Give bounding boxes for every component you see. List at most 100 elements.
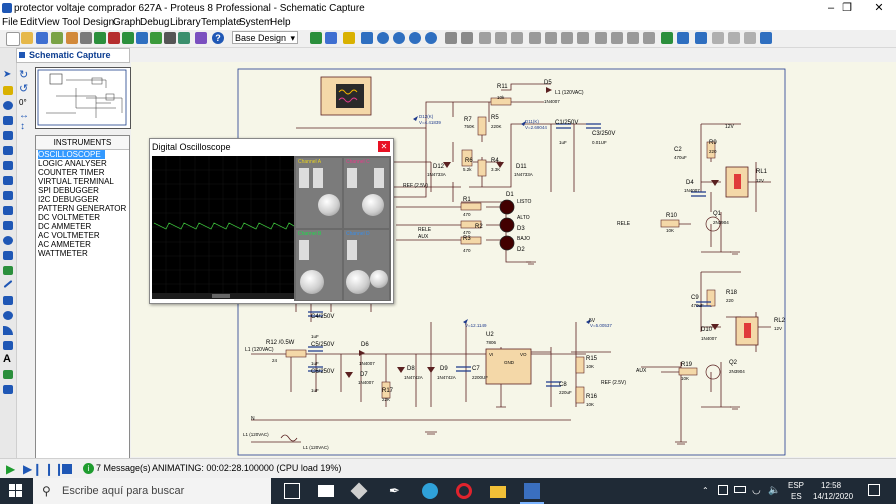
- ref-d12[interactable]: D12: [433, 164, 444, 170]
- redo-icon[interactable]: [461, 32, 473, 44]
- clock-time[interactable]: 12:58: [821, 481, 841, 490]
- instrument-ac-voltmeter[interactable]: AC VOLTMETER: [38, 231, 100, 240]
- zoom-area-icon[interactable]: [425, 32, 437, 44]
- menu-system[interactable]: System: [239, 17, 272, 29]
- channel-a-position-slider[interactable]: [299, 168, 309, 188]
- instrument-dc-voltmeter[interactable]: DC VOLTMETER: [38, 213, 100, 222]
- net-12v[interactable]: 12V: [725, 124, 734, 130]
- net-rele-right[interactable]: RELE: [617, 221, 630, 227]
- junction-dot-icon[interactable]: [3, 101, 13, 110]
- channel-a-coupling-switch[interactable]: [313, 168, 323, 188]
- zoom-all-icon[interactable]: [409, 32, 421, 44]
- notifications-icon[interactable]: [868, 484, 880, 496]
- gerber-icon[interactable]: [150, 32, 162, 44]
- ref-r9[interactable]: R9: [709, 140, 717, 146]
- pan-icon[interactable]: [361, 32, 373, 44]
- ref-q2[interactable]: Q2: [729, 360, 737, 366]
- netlist-icon[interactable]: [760, 32, 772, 44]
- ref-r19[interactable]: R19: [681, 362, 692, 368]
- menu-debug[interactable]: Debug: [140, 17, 169, 29]
- terminal-icon[interactable]: [3, 176, 13, 185]
- windows-start-icon[interactable]: [9, 484, 23, 498]
- undo-icon[interactable]: [445, 32, 457, 44]
- net-l1-left[interactable]: L1 (120VAC): [245, 347, 274, 353]
- ref-r16[interactable]: R16: [586, 394, 597, 400]
- home-icon[interactable]: [94, 32, 106, 44]
- ref-r7[interactable]: R7: [464, 117, 472, 123]
- exit-to-parent-icon[interactable]: [744, 32, 756, 44]
- oscilloscope-window[interactable]: Digital Oscilloscope ✕ Channel A Channel…: [149, 138, 394, 304]
- net-ref-top[interactable]: REF (2.5V): [403, 183, 428, 189]
- battery-icon[interactable]: [734, 486, 746, 493]
- refresh-icon[interactable]: [310, 32, 322, 44]
- ref-c5[interactable]: C5/250V: [311, 342, 334, 348]
- virtual-instrument-icon[interactable]: [3, 266, 13, 275]
- arc-icon[interactable]: [3, 326, 13, 335]
- ref-d2[interactable]: D2: [517, 247, 525, 253]
- probe-5v[interactable]: V=5.00537: [590, 323, 612, 328]
- help-icon[interactable]: ?: [212, 32, 224, 44]
- ref-r3[interactable]: R3: [463, 236, 471, 242]
- volume-icon[interactable]: 🔈: [768, 485, 780, 496]
- ref-r17[interactable]: R17: [382, 388, 393, 394]
- line-icon[interactable]: [3, 280, 13, 288]
- net-l1-top[interactable]: L1 (120VAC): [555, 90, 584, 96]
- bom-icon[interactable]: [164, 32, 176, 44]
- block-delete-icon[interactable]: [577, 32, 589, 44]
- restore-icon[interactable]: ❐: [834, 0, 860, 17]
- ref-c4[interactable]: C4/250V: [311, 314, 334, 320]
- ref-r18[interactable]: R18: [726, 290, 737, 296]
- ref-d11[interactable]: D11: [516, 164, 527, 170]
- ref-r5[interactable]: R5: [491, 115, 499, 121]
- cut-icon[interactable]: [479, 32, 491, 44]
- cube-app-icon[interactable]: [350, 482, 368, 500]
- import-icon[interactable]: [51, 32, 63, 44]
- channel-d-position-slider[interactable]: [347, 240, 357, 260]
- menu-tool[interactable]: Tool: [62, 17, 80, 29]
- ref-d9[interactable]: D9: [440, 366, 448, 372]
- play-icon[interactable]: ▶: [6, 463, 18, 475]
- instrument-ac-ammeter[interactable]: AC AMMETER: [38, 240, 91, 249]
- net-aux-right[interactable]: AUX: [636, 368, 646, 374]
- circle-icon[interactable]: [3, 311, 13, 320]
- channel-b-volts-knob[interactable]: [300, 270, 324, 294]
- ref-d1[interactable]: D1: [506, 192, 514, 198]
- ref-u2[interactable]: U2: [486, 332, 494, 338]
- ref-r15[interactable]: R15: [586, 356, 597, 362]
- instrument-oscilloscope[interactable]: OSCILLOSCOPE: [38, 150, 105, 159]
- language-indicator-2[interactable]: ES: [791, 492, 802, 501]
- grid-icon[interactable]: [325, 32, 337, 44]
- edge-icon[interactable]: [422, 483, 438, 499]
- save-icon[interactable]: [36, 32, 48, 44]
- pick-device-icon[interactable]: [595, 32, 607, 44]
- probe-d11k[interactable]: V=2.69044: [525, 125, 547, 130]
- net-n[interactable]: N: [251, 416, 255, 422]
- instrument-logic-analyser[interactable]: LOGIC ANALYSER: [38, 159, 107, 168]
- schematic-icon[interactable]: [108, 32, 120, 44]
- menu-edit[interactable]: Edit: [20, 17, 37, 29]
- ref-r2[interactable]: R2: [475, 224, 483, 230]
- text-icon[interactable]: A: [3, 353, 11, 365]
- channel-b-position-slider[interactable]: [299, 240, 309, 260]
- instrument-i2c-debugger[interactable]: I2C DEBUGGER: [38, 195, 98, 204]
- net-rele-left[interactable]: RELE: [418, 227, 431, 233]
- mirror-y-icon[interactable]: ↕: [20, 121, 25, 132]
- net-ref-bottom[interactable]: REF (2.5V): [601, 380, 626, 386]
- ref-c3[interactable]: C3/250V: [592, 131, 615, 137]
- ref-r1[interactable]: R1: [463, 197, 471, 203]
- pcb-icon[interactable]: [122, 32, 134, 44]
- instrument-virtual-terminal[interactable]: VIRTUAL TERMINAL: [38, 177, 114, 186]
- graph-icon[interactable]: [3, 206, 13, 215]
- pen-app-icon[interactable]: ✒: [389, 483, 405, 499]
- overview-preview[interactable]: [35, 67, 131, 129]
- ref-d3[interactable]: D3: [517, 226, 525, 232]
- component-mode-icon[interactable]: [3, 86, 13, 95]
- ref-d5[interactable]: D5: [544, 80, 552, 86]
- zoom-out-icon[interactable]: [393, 32, 405, 44]
- channel-a-volts-knob[interactable]: [318, 194, 340, 216]
- block-rotate-icon[interactable]: [561, 32, 573, 44]
- stop-icon[interactable]: [62, 464, 72, 474]
- language-indicator[interactable]: ESP: [788, 481, 804, 490]
- code-icon[interactable]: [195, 32, 207, 44]
- tab-schematic-capture[interactable]: Schematic Capture: [16, 48, 130, 63]
